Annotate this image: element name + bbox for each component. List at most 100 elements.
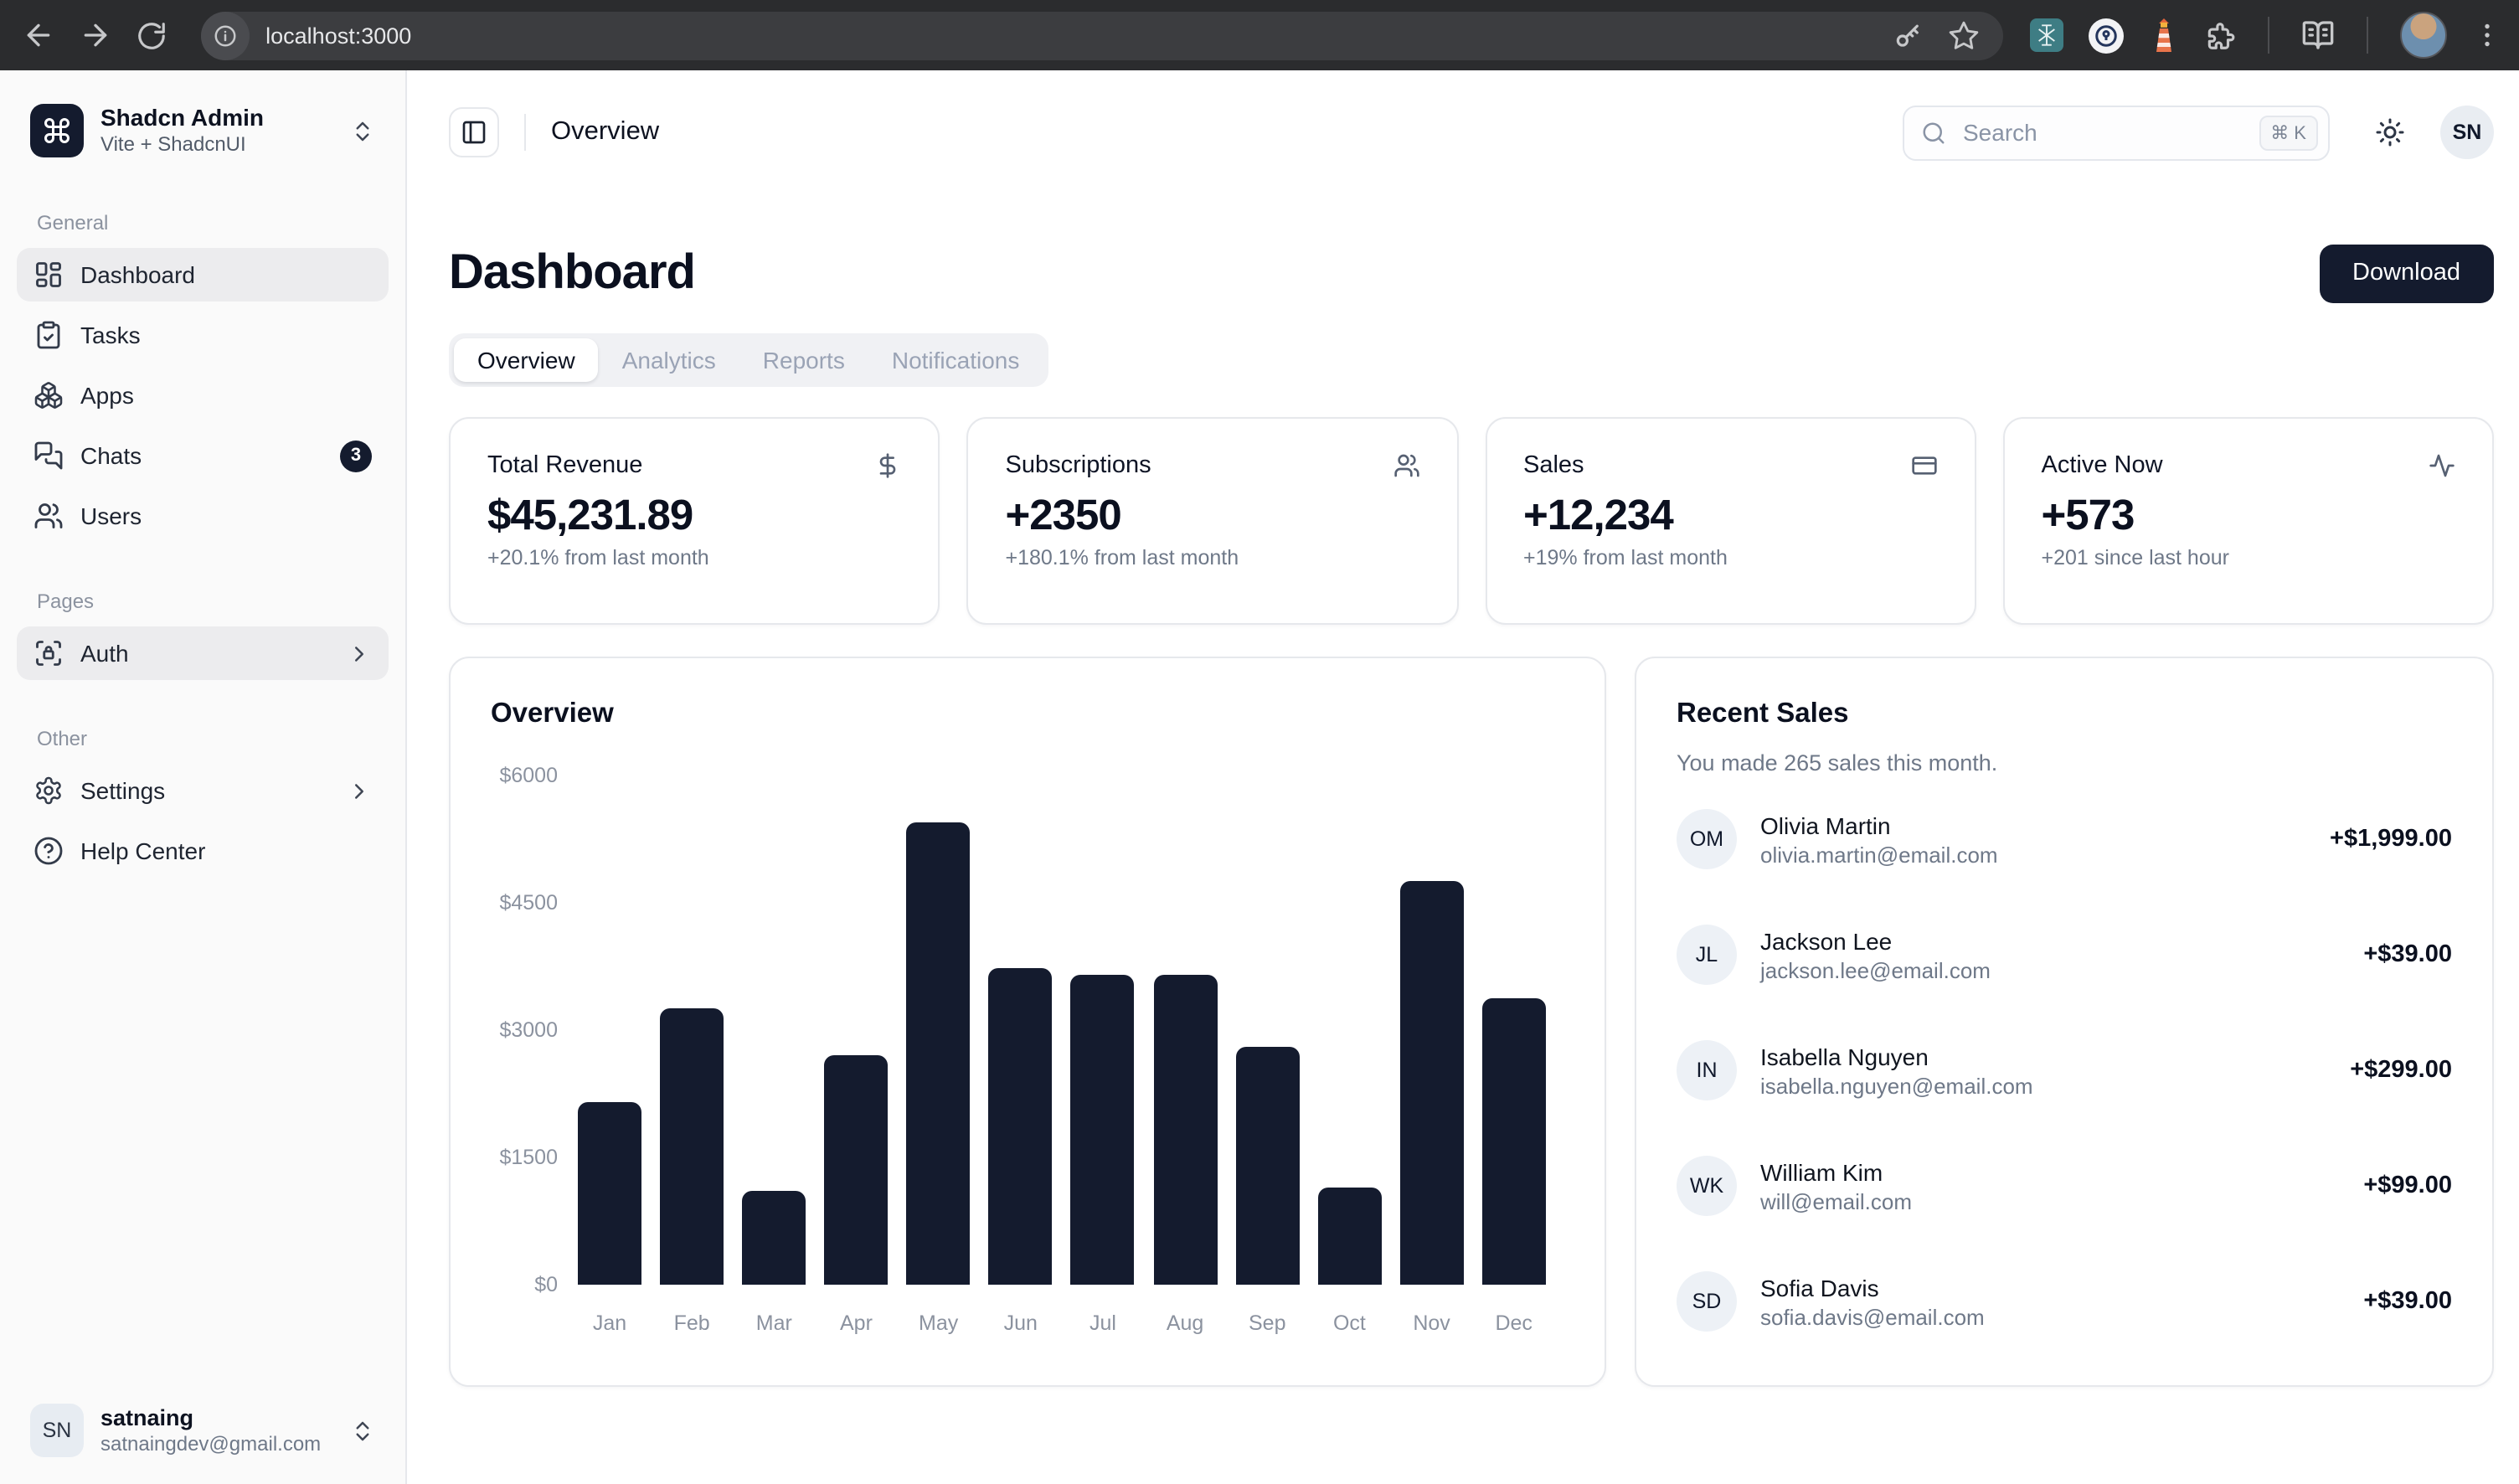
list-item: OM Olivia Martin olivia.martin@email.com… (1677, 809, 2452, 869)
chart-bar-sep (1235, 1047, 1299, 1285)
stat-title: Active Now (2042, 452, 2163, 479)
breadcrumb: Overview (551, 117, 659, 147)
sidebar-item-apps[interactable]: Apps (17, 368, 389, 422)
chart-xlabel: Jan (578, 1311, 641, 1335)
users-icon (33, 501, 64, 531)
stat-card-active-now: Active Now +573 +201 since last hour (2003, 417, 2495, 625)
command-icon (30, 104, 84, 157)
extension-teal-icon[interactable] (2030, 18, 2063, 52)
chart-bar-feb (660, 1008, 724, 1285)
sidebar-item-tasks[interactable]: Tasks (17, 308, 389, 362)
sale-name: Isabella Nguyen (1760, 1041, 2033, 1071)
lock-scan-icon (33, 638, 64, 668)
sidebar-item-users[interactable]: Users (17, 489, 389, 543)
address-bar[interactable]: localhost:3000 (200, 11, 2003, 59)
sale-email: isabella.nguyen@email.com (1760, 1071, 2033, 1100)
stat-change: +201 since last hour (2042, 546, 2456, 569)
chart-xlabel: Sep (1235, 1311, 1299, 1335)
reading-list-book-icon[interactable] (2301, 18, 2335, 52)
header-user-avatar[interactable]: SN (2440, 106, 2494, 159)
extension-lighthouse-icon[interactable] (2149, 18, 2179, 52)
help-circle-icon (33, 836, 64, 866)
stat-title: Sales (1523, 452, 1584, 479)
extensions-puzzle-icon[interactable] (2204, 19, 2236, 51)
tab-list: Overview Analytics Reports Notifications (449, 333, 1048, 387)
sidebar-item-label: Dashboard (80, 261, 372, 288)
recent-sales-card: Recent Sales You made 265 sales this mon… (1635, 657, 2494, 1387)
toolbar-divider (2268, 17, 2269, 54)
site-info-icon[interactable] (200, 11, 249, 59)
team-switcher[interactable]: Shadcn Admin Vite + ShadcnUI (17, 90, 389, 171)
sale-amount: +$1,999.00 (2330, 826, 2452, 853)
chart-bar-oct (1317, 1188, 1381, 1285)
chart-xlabel: Jun (989, 1311, 1053, 1335)
chart-ytick: $3000 (491, 1017, 558, 1043)
users-icon (1393, 452, 1419, 479)
bar-chart: $0$1500$3000$4500$6000 JanFebMarAprMayJu… (491, 759, 1564, 1345)
bookmark-star-icon[interactable] (1948, 19, 1980, 51)
chart-ytick: $4500 (491, 889, 558, 916)
theme-toggle-button[interactable] (2367, 109, 2413, 156)
sale-email: will@email.com (1760, 1187, 1912, 1215)
sidebar-item-dashboard[interactable]: Dashboard (17, 248, 389, 301)
url-text[interactable]: localhost:3000 (265, 23, 1893, 48)
chart-bar-nov (1400, 881, 1464, 1285)
chart-xlabel: May (907, 1311, 971, 1335)
tab-notifications[interactable]: Notifications (868, 338, 1043, 382)
sale-email: jackson.lee@email.com (1760, 956, 1991, 984)
stat-change: +180.1% from last month (1006, 546, 1420, 569)
browser-profile-avatar[interactable] (2400, 12, 2447, 59)
chart-xlabel: Apr (824, 1311, 888, 1335)
sidebar-item-auth[interactable]: Auth (17, 626, 389, 680)
browser-forward-icon[interactable] (67, 7, 124, 64)
screen: localhost:3000 (0, 0, 2519, 1484)
section-label-pages: Pages (17, 590, 389, 613)
browser-back-icon[interactable] (10, 7, 67, 64)
chevron-right-icon (347, 641, 372, 666)
tab-overview[interactable]: Overview (454, 338, 599, 382)
extension-password-manager-icon[interactable] (2089, 18, 2124, 53)
stat-card-total-revenue: Total Revenue $45,231.89 +20.1% from las… (449, 417, 940, 625)
sale-amount: +$299.00 (2350, 1057, 2452, 1084)
tab-analytics[interactable]: Analytics (599, 338, 739, 382)
section-label-general: General (17, 211, 389, 234)
password-key-icon[interactable] (1893, 19, 1924, 51)
sidebar-item-chats[interactable]: Chats 3 (17, 429, 389, 482)
chevron-right-icon (347, 778, 372, 803)
main-area: Overview ⌘ K SN Dashboard Download (407, 70, 2519, 1484)
recent-sales-title: Recent Sales (1677, 698, 1848, 730)
sale-name: Jackson Lee (1760, 925, 1991, 956)
tab-reports[interactable]: Reports (739, 338, 868, 382)
sidebar-item-help-center[interactable]: Help Center (17, 824, 389, 878)
activity-icon (2429, 452, 2455, 479)
sale-amount: +$39.00 (2363, 941, 2452, 968)
sale-amount: +$39.00 (2363, 1288, 2452, 1315)
download-button[interactable]: Download (2319, 244, 2494, 302)
gear-icon (33, 775, 64, 806)
chart-bar-may (907, 822, 971, 1285)
stat-value: $45,231.89 (487, 492, 902, 541)
sidebar-item-label: Apps (80, 382, 372, 409)
avatar: IN (1677, 1040, 1737, 1100)
stat-value: +573 (2042, 492, 2456, 541)
browser-menu-dots-icon[interactable] (2472, 20, 2502, 50)
browser-reload-icon[interactable] (123, 7, 180, 64)
sidebar-item-label: Help Center (80, 837, 372, 864)
search-input[interactable]: ⌘ K (1903, 105, 2330, 160)
chart-bar-apr (824, 1055, 888, 1285)
chart-xlabel: Aug (1153, 1311, 1217, 1335)
sidebar-user-menu[interactable]: SN satnaing satnaingdev@gmail.com (17, 1390, 389, 1471)
chart-xlabel: Oct (1317, 1311, 1381, 1335)
sidebar-item-label: Chats (80, 442, 430, 469)
chart-title: Overview (491, 698, 614, 730)
sidebar-item-settings[interactable]: Settings (17, 764, 389, 817)
search-field[interactable] (1960, 117, 2245, 147)
user-name: satnaing (100, 1404, 333, 1431)
chart-ytick: $0 (491, 1271, 558, 1298)
team-subtitle: Vite + ShadcnUI (100, 132, 333, 157)
sidebar-toggle-button[interactable] (449, 107, 499, 157)
messages-icon (33, 441, 64, 471)
recent-sales-subtitle: You made 265 sales this month. (1677, 750, 2452, 775)
stat-change: +19% from last month (1523, 546, 1938, 569)
chart-bars (578, 775, 1546, 1285)
